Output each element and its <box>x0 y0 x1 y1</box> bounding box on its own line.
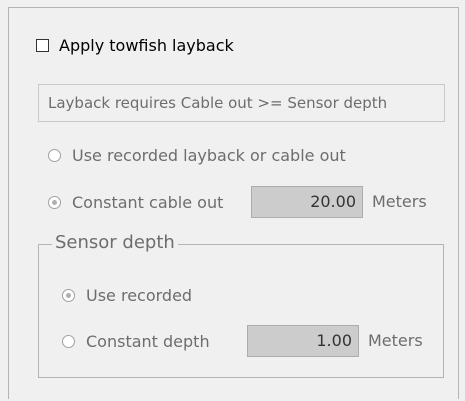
radio-constant-depth[interactable]: Constant depth <box>62 331 210 351</box>
radio-constant-cable-out-label[interactable]: Constant cable out <box>72 193 223 212</box>
radio-use-recorded-layback-label[interactable]: Use recorded layback or cable out <box>72 146 346 165</box>
radio-use-recorded-layback-button[interactable] <box>48 148 61 162</box>
apply-layback-checkbox[interactable] <box>36 38 49 52</box>
radio-use-recorded-depth[interactable]: Use recorded <box>62 285 192 305</box>
apply-layback-label[interactable]: Apply towfish layback <box>59 36 234 55</box>
constant-depth-unit: Meters <box>368 331 423 350</box>
radio-constant-cable-out-button[interactable] <box>48 195 61 209</box>
radio-use-recorded-depth-button[interactable] <box>62 288 75 302</box>
radio-use-recorded-depth-label[interactable]: Use recorded <box>86 286 192 305</box>
constant-depth-input[interactable]: 1.00 <box>247 325 359 357</box>
radio-constant-depth-label[interactable]: Constant depth <box>86 332 210 351</box>
radio-constant-cable-out[interactable]: Constant cable out <box>48 192 223 212</box>
sensor-depth-group <box>38 244 444 378</box>
cable-out-unit: Meters <box>372 192 427 211</box>
radio-use-recorded-layback[interactable]: Use recorded layback or cable out <box>48 145 346 165</box>
radio-constant-depth-button[interactable] <box>62 334 75 348</box>
layback-requirement-note: Layback requires Cable out >= Sensor dep… <box>38 84 445 122</box>
cable-out-input[interactable]: 20.00 <box>251 186 363 218</box>
sensor-depth-group-title: Sensor depth <box>52 231 178 255</box>
apply-layback-checkbox-row[interactable]: Apply towfish layback <box>36 34 234 56</box>
